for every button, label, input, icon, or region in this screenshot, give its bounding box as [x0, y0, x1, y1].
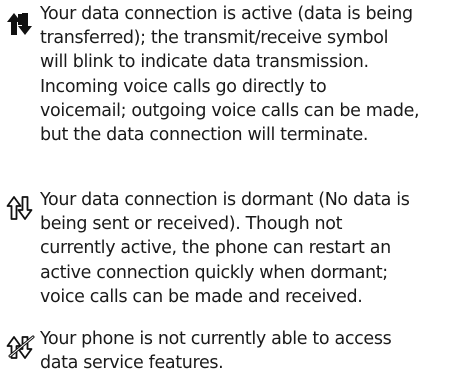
description-line: Your data connection is dormant (No data…: [40, 190, 410, 210]
description-line: data service features.: [40, 353, 224, 374]
description-line: transferred); the transmit/receive symbo…: [40, 28, 389, 49]
description-line: but the data connection will terminate.: [40, 125, 369, 146]
description-line: Your phone is not currently able to acce…: [40, 329, 392, 349]
description-line: Incoming voice calls go directly to: [40, 76, 327, 97]
description-line: being sent or received). Though not: [40, 214, 343, 235]
description-line: voice calls can be made and received.: [40, 286, 363, 307]
description-line: active connection quickly when dormant;: [40, 262, 388, 283]
data-dormant-icon: [6, 195, 36, 221]
data-dormant-description: Your data connection is dormant (No data…: [40, 188, 472, 309]
data-active-icon: [6, 11, 36, 37]
description-line: will blink to indicate data transmission…: [40, 52, 369, 73]
description-line: currently active, the phone can restart …: [40, 238, 391, 259]
data-active-description: Your data connection is active (data is …: [40, 2, 472, 147]
description-line: Your data connection is active (data is …: [40, 4, 413, 24]
data-unavailable-icon: [6, 334, 36, 360]
data-unavailable-description: Your phone is not currently able to acce…: [40, 327, 472, 375]
description-line: voicemail; outgoing voice calls can be m…: [40, 100, 420, 121]
